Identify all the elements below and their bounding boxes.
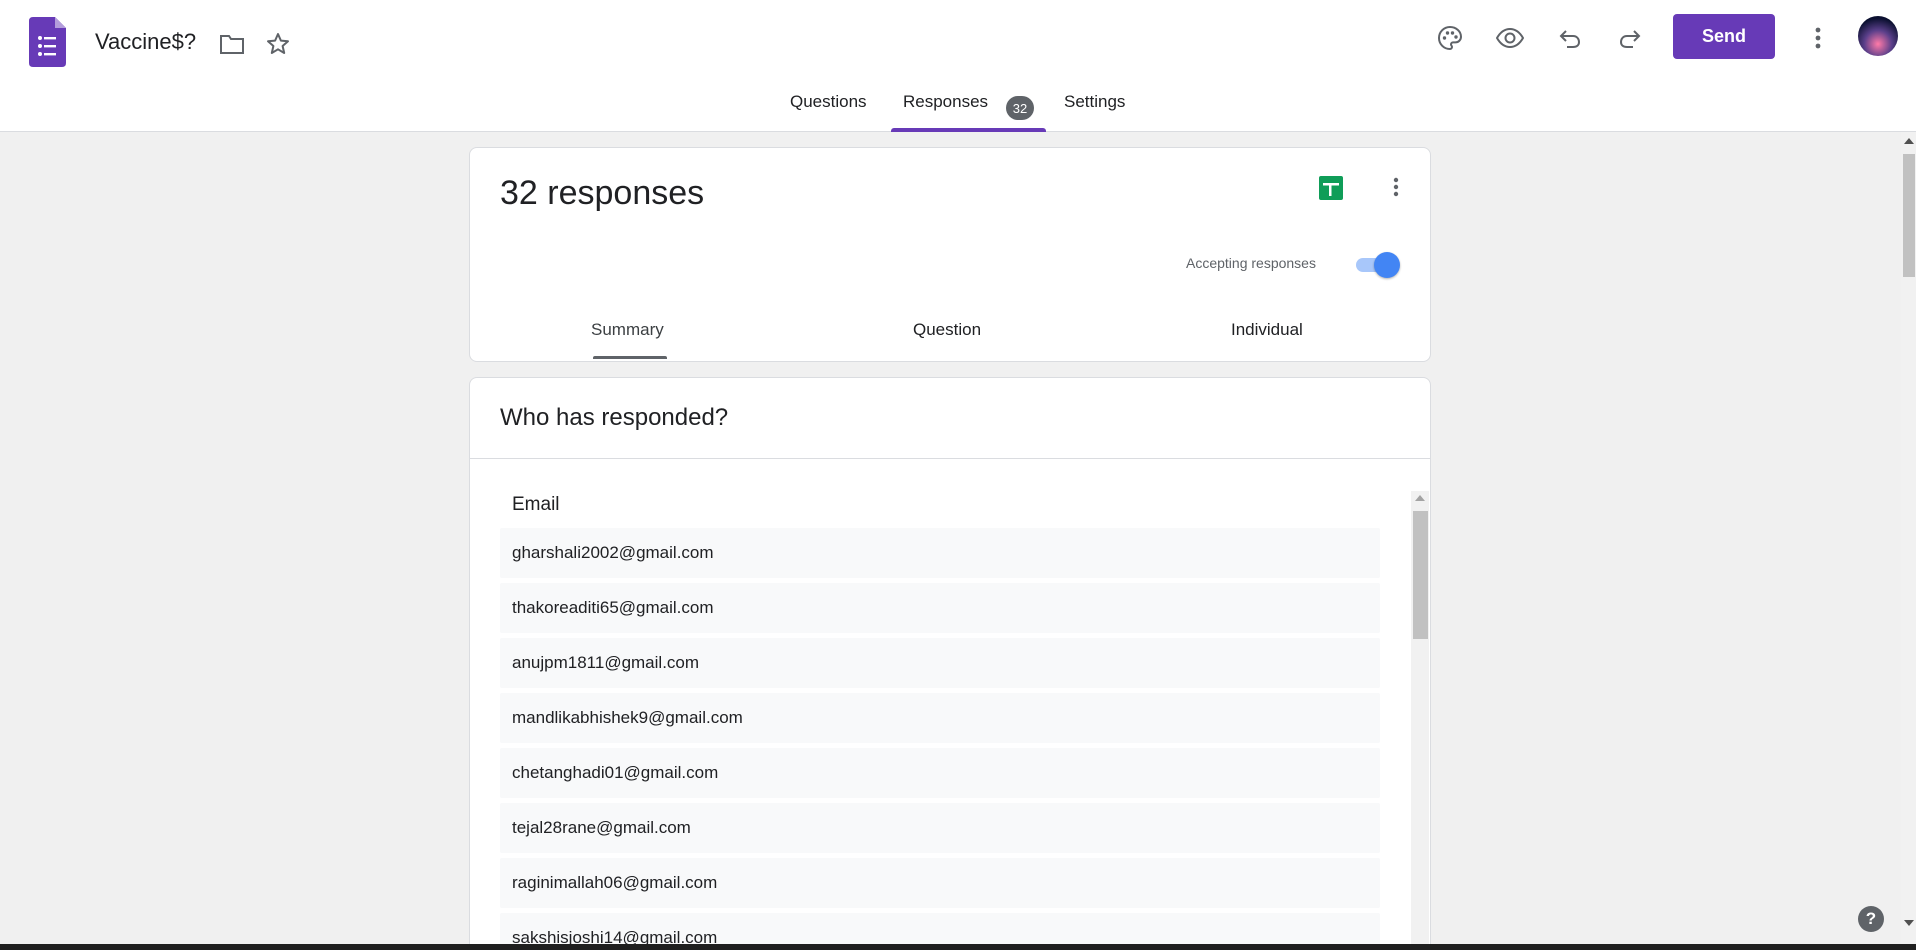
email-row[interactable]: anujpm1811@gmail.com [500, 638, 1380, 688]
email-row[interactable]: mandlikabhishek9@gmail.com [500, 693, 1380, 743]
email-row[interactable]: gharshali2002@gmail.com [500, 528, 1380, 578]
response-count-title: 32 responses [500, 174, 705, 212]
bottom-bar [0, 944, 1916, 950]
subtab-question[interactable]: Question [913, 320, 981, 340]
email-list: gharshali2002@gmail.com thakoreaditi65@g… [500, 528, 1380, 950]
divider [470, 458, 1430, 459]
toggle-knob [1374, 252, 1400, 278]
tab-questions[interactable]: Questions [790, 92, 867, 112]
tab-settings[interactable]: Settings [1064, 92, 1125, 112]
help-icon[interactable]: ? [1858, 906, 1884, 932]
active-tab-indicator [891, 128, 1046, 132]
scroll-up-arrow-icon[interactable] [1904, 138, 1914, 144]
page-scrollbar[interactable] [1901, 132, 1916, 944]
responders-title: Who has responded? [500, 404, 729, 431]
scrollbar-thumb[interactable] [1413, 511, 1428, 639]
subtab-individual[interactable]: Individual [1231, 320, 1303, 340]
email-row[interactable]: chetanghadi01@gmail.com [500, 748, 1380, 798]
redo-icon[interactable] [1612, 20, 1648, 56]
more-vert-icon[interactable] [1800, 20, 1836, 56]
undo-icon[interactable] [1552, 20, 1588, 56]
page-scrollbar-thumb[interactable] [1903, 154, 1915, 277]
preview-eye-icon[interactable] [1492, 20, 1528, 56]
responders-card: Who has responded? Email gharshali2002@g… [469, 377, 1431, 950]
document-title[interactable]: Vaccine$? [95, 29, 196, 55]
app-header: Vaccine$? Send Questions Responses Setti… [0, 0, 1916, 132]
sheets-icon[interactable] [1319, 176, 1343, 200]
folder-icon[interactable] [216, 28, 248, 60]
accepting-responses-toggle[interactable] [1354, 252, 1400, 278]
send-button[interactable]: Send [1673, 14, 1775, 59]
scroll-down-arrow-icon[interactable] [1904, 920, 1914, 926]
responses-count-badge: 32 [1006, 96, 1034, 120]
account-avatar[interactable] [1858, 16, 1898, 56]
palette-icon[interactable] [1432, 20, 1468, 56]
email-list-scrollbar[interactable] [1411, 491, 1429, 950]
email-column-header: Email [512, 494, 560, 515]
more-vert-icon[interactable] [1382, 173, 1410, 201]
email-row[interactable]: thakoreaditi65@gmail.com [500, 583, 1380, 633]
subtab-summary[interactable]: Summary [591, 320, 664, 340]
active-subtab-indicator [593, 356, 667, 359]
responses-summary-card: 32 responses Accepting responses Summary… [469, 147, 1431, 362]
main-tabs: Questions Responses Settings [0, 92, 1916, 132]
forms-logo[interactable] [29, 17, 66, 67]
scroll-up-arrow-icon[interactable] [1415, 495, 1425, 501]
tab-responses[interactable]: Responses [903, 92, 988, 112]
star-icon[interactable] [262, 28, 294, 60]
email-row[interactable]: tejal28rane@gmail.com [500, 803, 1380, 853]
email-row[interactable]: raginimallah06@gmail.com [500, 858, 1380, 908]
accepting-responses-label: Accepting responses [1186, 255, 1316, 271]
